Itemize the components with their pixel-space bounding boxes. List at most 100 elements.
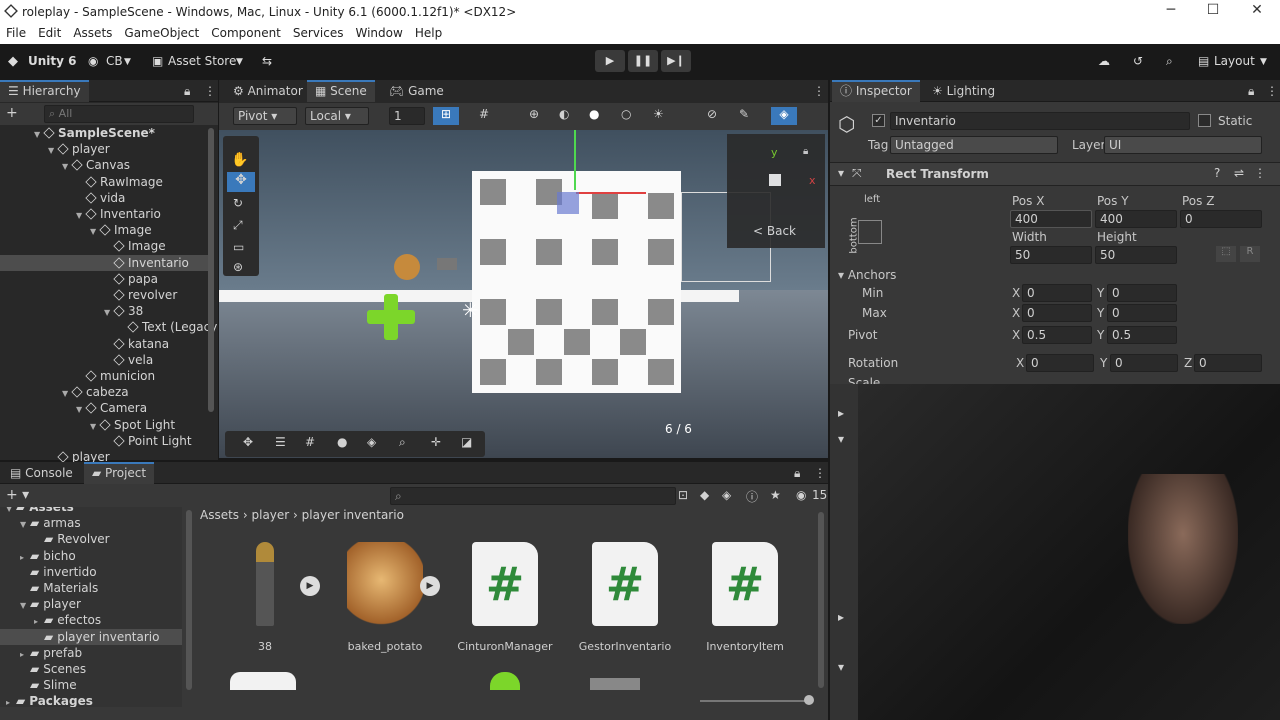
pos-y-field[interactable]: 400 (1095, 210, 1177, 228)
folder-item[interactable]: ▸ ▰ Packages (0, 693, 182, 707)
collapse-arrow-icon[interactable]: ▾ (838, 166, 844, 180)
breadcrumb-item[interactable]: player inventario (302, 508, 404, 522)
search-icon[interactable]: ⌕ (399, 435, 406, 450)
version-control-icon[interactable]: ⇆ (262, 54, 272, 68)
orientation-gizmo[interactable]: y x 🔒︎ < Back (727, 134, 825, 248)
folder-item[interactable]: ▰ invertido (0, 564, 182, 580)
back-button[interactable]: < Back (753, 224, 796, 238)
hierarchy-item[interactable]: Inventario (0, 254, 208, 271)
menu-file[interactable]: File (0, 24, 32, 40)
layout-dropdown[interactable]: Layout (1214, 54, 1255, 68)
hierarchy-item[interactable]: ▼ player (0, 141, 208, 157)
menu-help[interactable]: Help (409, 24, 448, 40)
folder-item[interactable]: ▼ ▰ player (0, 596, 182, 612)
minimize-button[interactable]: ─ (1160, 2, 1182, 22)
raw-edit-button[interactable]: R (1240, 246, 1260, 262)
scrollbar[interactable] (818, 512, 824, 688)
tab-lighting[interactable]: ☀ Lighting (924, 80, 1003, 102)
wireframe-icon[interactable]: ○ (621, 107, 631, 121)
more-icon[interactable]: ⋮ (814, 466, 826, 480)
rotate-tool-icon[interactable]: ↻ (233, 196, 243, 210)
scale-tool-icon[interactable]: ⤢ (233, 218, 243, 233)
hierarchy-search-input[interactable]: ⌕ All (44, 105, 194, 123)
align-icon[interactable]: ☰ (275, 435, 286, 449)
hierarchy-item[interactable]: ▼ Inventario (0, 206, 208, 222)
filter-type-icon[interactable]: ⊡ (678, 488, 688, 502)
menu-assets[interactable]: Assets (67, 24, 118, 40)
component-arrow-icon[interactable]: ▾ (838, 432, 844, 446)
menu-services[interactable]: Services (287, 24, 350, 40)
asset-store-button[interactable]: Asset Store (168, 54, 236, 68)
hand-tool-icon[interactable]: ✋ (231, 152, 248, 168)
gizmo-y-axis[interactable] (574, 130, 576, 190)
effects-icon[interactable]: ✎ (739, 107, 749, 121)
asset-38[interactable]: 38 (210, 542, 320, 653)
pivot-y-field[interactable]: 0.5 (1107, 326, 1177, 344)
tab-console[interactable]: ▤ Console (2, 462, 81, 484)
zoom-slider-handle[interactable] (804, 695, 814, 705)
audio-mute-icon[interactable]: ⊘ (707, 107, 717, 121)
pos-z-field[interactable]: 0 (1180, 210, 1262, 228)
cloud-icon[interactable]: ☁ (1098, 54, 1110, 68)
gizmo-cube[interactable] (769, 174, 781, 186)
rotation-y-field[interactable]: 0 (1110, 354, 1178, 372)
tab-game[interactable]: 🎮︎ Game (381, 80, 452, 102)
info-icon[interactable]: ⓘ (746, 488, 758, 505)
folder-item[interactable]: ▸ ▰ efectos (0, 612, 182, 628)
component-arrow-icon[interactable]: ▸ (838, 406, 844, 420)
lighting-icon[interactable]: ☀ (653, 107, 664, 121)
script-asset-partial[interactable] (230, 672, 296, 690)
tab-animator[interactable]: ⚙ Animator (225, 80, 311, 102)
height-field[interactable]: 50 (1095, 246, 1177, 264)
max-x-field[interactable]: 0 (1022, 304, 1092, 322)
hierarchy-item[interactable]: Text (Legacy (0, 319, 217, 335)
rotation-z-field[interactable]: 0 (1194, 354, 1262, 372)
pause-button[interactable]: ❚❚ (628, 50, 658, 72)
local-dropdown[interactable]: Local ▾ (305, 107, 369, 125)
hierarchy-item[interactable]: municion (0, 368, 208, 384)
grid-toggle-icon[interactable]: # (479, 107, 489, 121)
min-x-field[interactable]: 0 (1022, 284, 1092, 302)
tab-hierarchy[interactable]: ☰ Hierarchy (0, 80, 89, 102)
more-icon[interactable]: ⋮ (813, 84, 825, 98)
width-field[interactable]: 50 (1010, 246, 1092, 264)
static-checkbox[interactable] (1198, 114, 1211, 127)
hierarchy-item[interactable]: ▼ Image (0, 222, 208, 238)
pivot-dropdown[interactable]: Pivot ▾ (233, 107, 297, 125)
asset-baked-potato[interactable]: baked_potato (330, 542, 440, 653)
layer-dropdown[interactable]: UI (1104, 136, 1262, 154)
asset-inventoryitem[interactable]: # InventoryItem (690, 542, 800, 653)
breadcrumb-item[interactable]: player (252, 508, 290, 522)
component-arrow-icon[interactable]: ▾ (838, 660, 844, 674)
rotation-x-field[interactable]: 0 (1026, 354, 1094, 372)
scrollbar[interactable] (208, 128, 214, 412)
scrollbar[interactable] (186, 510, 192, 690)
menu-gameobject[interactable]: GameObject (118, 24, 205, 40)
scene-viewport[interactable]: ✳ ✋ ✥ ↻ ⤢ ▭ ⊛ y x 🔒︎ < Back 6 / 6 ✥ ☰ # … (219, 130, 828, 458)
grid-overlay-icon[interactable]: # (305, 435, 315, 449)
hierarchy-item[interactable]: ▼ Camera (0, 400, 208, 416)
navmesh-icon[interactable]: ◈ (367, 435, 376, 449)
hierarchy-item[interactable]: RawImage (0, 174, 208, 190)
expand-arrow-icon[interactable]: ▸ (6, 695, 16, 707)
snap-field[interactable]: 1 (389, 107, 425, 125)
rect-tool-icon[interactable]: ▭ (233, 240, 244, 254)
camera-icon[interactable]: ◪ (461, 435, 472, 449)
maximize-button[interactable]: ☐ (1202, 2, 1224, 22)
asset-partial[interactable] (490, 672, 520, 690)
gizmos-icon[interactable]: ◈ (771, 107, 797, 125)
folder-item[interactable]: ▼ ▰ Assets (0, 507, 182, 515)
anchor-presets-button[interactable] (858, 220, 882, 244)
project-search-input[interactable]: ⌕ (390, 487, 676, 505)
folder-item[interactable]: ▸ ▰ bicho (0, 548, 182, 564)
add-icon[interactable]: + ▾ (6, 487, 29, 503)
lock-icon[interactable]: 🔒︎ (1248, 84, 1254, 99)
grid-snap-icon[interactable]: ⊞ (433, 107, 459, 125)
shading-icon[interactable]: ◐ (559, 107, 569, 121)
hierarchy-item[interactable]: ▼ Canvas (0, 157, 208, 173)
unity-version-label[interactable]: Unity 6 (28, 54, 77, 68)
max-y-field[interactable]: 0 (1107, 304, 1177, 322)
lock-icon[interactable]: 🔒︎ (184, 84, 190, 99)
lock-icon[interactable]: 🔒︎ (794, 466, 800, 481)
component-arrow-icon[interactable]: ▸ (838, 610, 844, 624)
